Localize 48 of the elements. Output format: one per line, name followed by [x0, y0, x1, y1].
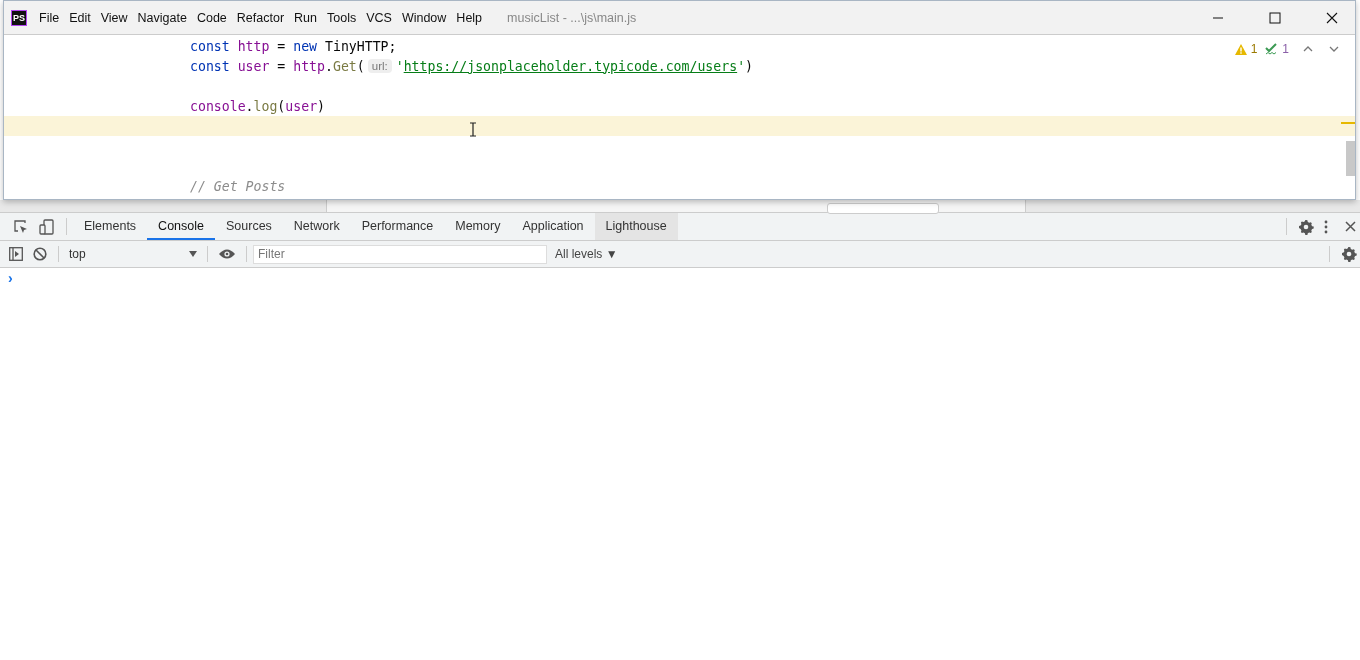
close-icon[interactable] — [1345, 221, 1356, 232]
menu-item[interactable]: Tools — [327, 10, 357, 25]
chevron-up-icon[interactable] — [1303, 46, 1313, 52]
close-icon[interactable] — [1326, 11, 1338, 24]
devtools-tab[interactable]: Memory — [444, 213, 512, 240]
devtools-tab[interactable]: Network — [282, 213, 351, 240]
text-cursor-icon — [469, 122, 477, 137]
code-line: // Get Posts — [189, 177, 287, 196]
menu-item[interactable]: View — [100, 10, 128, 25]
devtools-tab[interactable]: Elements — [73, 213, 148, 240]
device-toolbar-icon[interactable] — [39, 218, 55, 235]
devtools-tab[interactable]: Performance — [350, 213, 445, 240]
devtools-tab[interactable]: Sources — [215, 213, 283, 240]
menu-item[interactable]: Window — [401, 10, 447, 25]
scrollbar-thumb[interactable] — [1346, 141, 1355, 176]
context-select[interactable]: top — [65, 247, 201, 261]
more-options-icon[interactable] — [1324, 219, 1328, 234]
log-levels-dropdown[interactable]: All levels ▼ — [551, 247, 622, 261]
menu-item[interactable]: Refactor — [236, 10, 285, 25]
menu-item[interactable]: File — [39, 10, 60, 25]
devtools-tab[interactable]: Application — [511, 213, 595, 240]
warning-count: 1 — [1250, 42, 1258, 56]
menu-item[interactable]: Run — [294, 10, 317, 25]
menu-item[interactable]: VCS — [366, 10, 392, 25]
code-line: const user = http.Get( url: 'https://jsonplaceholder.typicode.com/users') — [189, 57, 755, 76]
check-icon[interactable] — [1265, 43, 1279, 55]
caret-icon — [189, 251, 197, 257]
menu-item[interactable]: Navigate — [137, 10, 187, 25]
inspect-element-icon[interactable] — [13, 218, 29, 235]
settings-icon[interactable] — [1298, 218, 1314, 235]
eye-icon[interactable] — [219, 249, 235, 259]
code-line: console.log(user) — [189, 97, 327, 116]
warning-marker — [1341, 122, 1355, 124]
menu-item[interactable]: Code — [196, 10, 227, 25]
menu-item[interactable]: Edit — [69, 10, 91, 25]
devtools-tab[interactable]: Lighthouse — [594, 213, 678, 240]
weak-warning-count: 1 — [1282, 42, 1289, 56]
chevron-down-icon[interactable] — [1329, 46, 1339, 52]
maximize-icon[interactable] — [1269, 11, 1281, 24]
code-line: const http = new TinyHTTP; — [189, 37, 398, 56]
window-title: musicList - ...\js\main.js — [507, 10, 637, 25]
sidebar-toggle-icon[interactable] — [9, 247, 23, 261]
settings-icon[interactable] — [1341, 246, 1357, 262]
menu-item[interactable]: Help — [456, 10, 483, 25]
filter-field[interactable]: Filter — [253, 244, 547, 264]
app-logo-icon: PS — [11, 9, 27, 26]
clear-console-icon[interactable] — [33, 247, 47, 261]
console-prompt[interactable]: › — [8, 270, 13, 286]
